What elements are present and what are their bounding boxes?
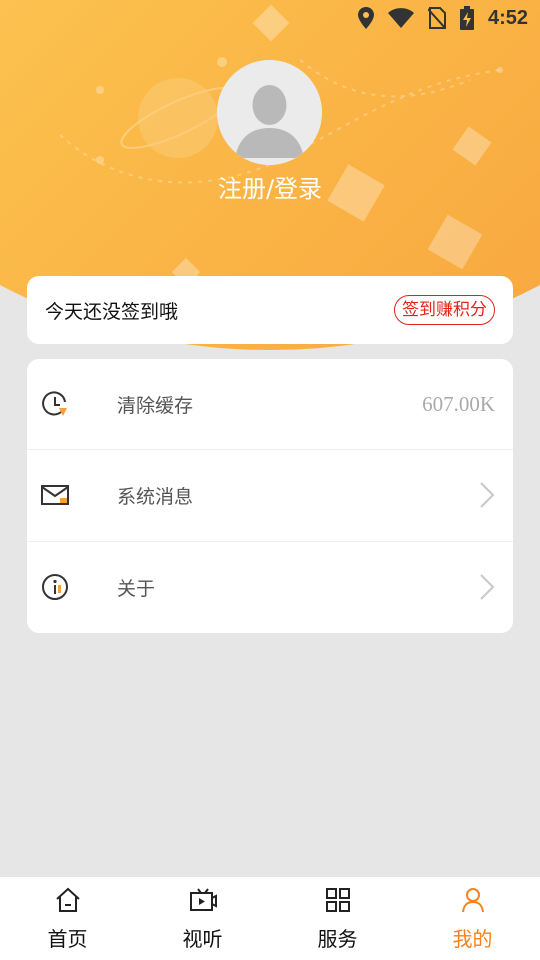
cache-size: 607.00K xyxy=(422,391,495,416)
nav-media[interactable]: 视听 xyxy=(135,877,270,960)
location-icon xyxy=(357,7,374,29)
info-icon xyxy=(41,573,69,601)
menu-item-about[interactable]: 关于 xyxy=(27,542,513,633)
wifi-icon xyxy=(387,8,414,28)
nav-home[interactable]: 首页 xyxy=(0,877,135,960)
status-bar: 4:52 xyxy=(0,0,540,36)
status-time: 4:52 xyxy=(487,6,528,29)
user-icon xyxy=(458,885,488,915)
menu-item-label: 系统消息 xyxy=(117,485,194,508)
nav-mine[interactable]: 我的 xyxy=(405,877,540,960)
nav-label: 首页 xyxy=(47,927,88,951)
home-icon xyxy=(53,885,83,915)
clock-icon xyxy=(41,390,69,418)
sign-in-button[interactable]: 签到赚积分 xyxy=(394,295,495,325)
nav-label: 我的 xyxy=(452,927,493,951)
login-link[interactable]: 注册/登录 xyxy=(0,170,540,208)
tv-icon xyxy=(188,885,218,915)
default-avatar-icon xyxy=(217,60,322,165)
no-sim-icon xyxy=(427,7,446,29)
bottom-navigation: 首页 视听 服务 我的 xyxy=(0,877,540,960)
sign-in-status: 今天还没签到哦 xyxy=(45,300,179,323)
grid-icon xyxy=(323,885,353,915)
sign-in-card: 今天还没签到哦 签到赚积分 xyxy=(27,276,513,344)
chevron-right-icon xyxy=(480,482,495,509)
nav-services[interactable]: 服务 xyxy=(270,877,405,960)
menu-item-label: 清除缓存 xyxy=(117,394,194,417)
avatar[interactable] xyxy=(217,60,322,165)
nav-label: 视听 xyxy=(182,927,223,951)
chevron-right-icon xyxy=(480,574,495,601)
settings-menu: 清除缓存 607.00K 系统消息 关于 xyxy=(27,359,513,633)
mail-icon xyxy=(41,481,69,509)
battery-charging-icon xyxy=(459,6,474,30)
menu-item-clear-cache[interactable]: 清除缓存 607.00K xyxy=(27,359,513,451)
nav-label: 服务 xyxy=(317,927,358,951)
menu-item-system-messages[interactable]: 系统消息 xyxy=(27,450,513,542)
menu-item-label: 关于 xyxy=(117,577,156,600)
